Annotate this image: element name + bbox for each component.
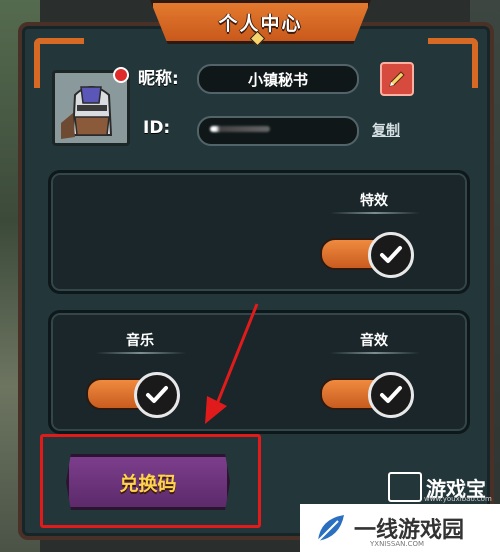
nickname-field: 小镇秘书 <box>197 64 359 94</box>
nickname-label: 昵称: <box>138 69 179 89</box>
redeem-code-label: 兑换码 <box>119 472 177 495</box>
checkmark-icon <box>380 386 402 403</box>
page-title: 个人中心 <box>218 12 303 35</box>
divider <box>330 212 420 214</box>
checkmark-icon <box>380 246 402 263</box>
edit-nickname-button[interactable] <box>380 62 414 96</box>
id-label: ID: <box>143 118 171 138</box>
copy-id-link[interactable]: 复制 <box>372 120 400 140</box>
toggle-knob <box>134 372 180 418</box>
divider <box>96 352 186 354</box>
leaf-logo-icon <box>317 515 344 542</box>
id-value-blurred <box>210 126 270 132</box>
annotation-arrow-icon <box>205 303 259 424</box>
toggle-knob <box>368 232 414 278</box>
sound-toggle[interactable] <box>320 372 414 418</box>
music-toggle[interactable] <box>86 372 180 418</box>
notification-dot <box>113 67 129 83</box>
effects-label: 特效 <box>360 193 388 209</box>
panel-corner-ornament <box>428 38 478 88</box>
music-label: 音乐 <box>126 333 154 349</box>
watermark-youxibao-url: www.youxibao.com <box>424 495 492 503</box>
effects-toggle[interactable] <box>320 232 414 278</box>
knight-helmet-icon <box>55 73 127 143</box>
gamepad-icon <box>388 472 422 502</box>
watermark-site-url: YXNISSAN.COM <box>370 540 425 548</box>
checkmark-icon <box>146 386 168 403</box>
toggle-knob <box>368 372 414 418</box>
pencil-icon <box>389 71 405 87</box>
watermark-site: 一线游戏园 YXNISSAN.COM <box>300 504 500 552</box>
redeem-code-button[interactable]: 兑换码 <box>66 454 230 510</box>
divider <box>330 352 420 354</box>
nickname-value: 小镇秘书 <box>247 70 308 89</box>
sound-label: 音效 <box>360 333 388 349</box>
